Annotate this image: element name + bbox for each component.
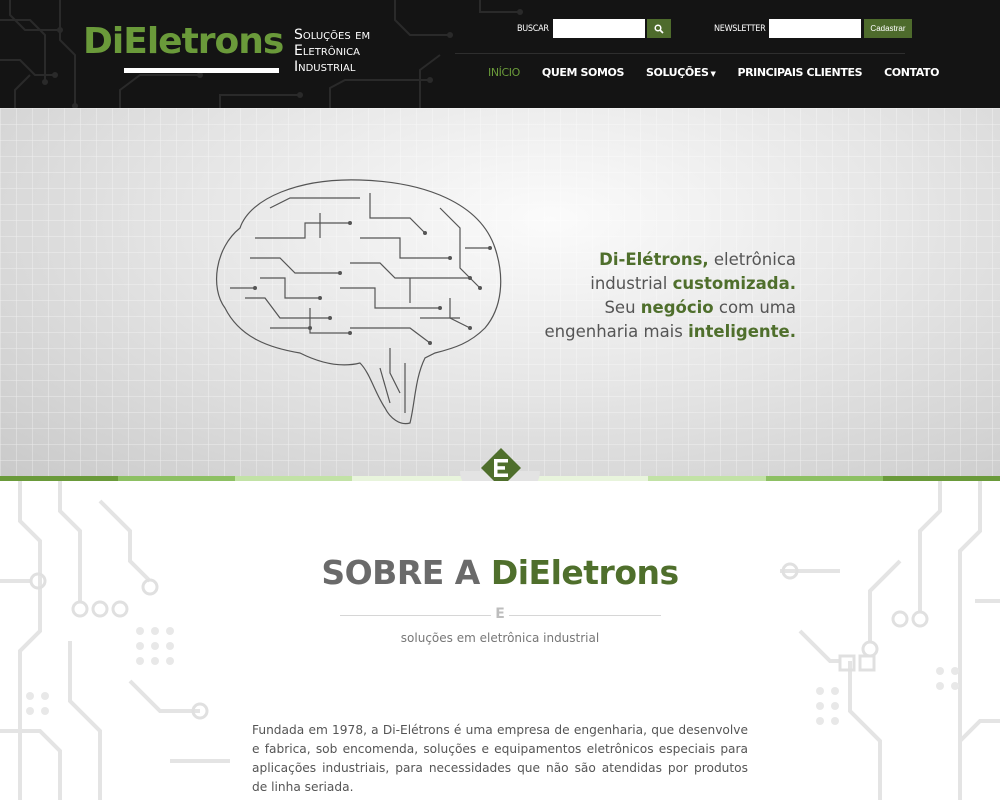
about-subtitle: soluções em eletrônica industrial — [400, 631, 600, 645]
hero-banner: Di-Elétrons, eletrônica industrial custo… — [0, 108, 1000, 480]
logo-underline — [124, 68, 279, 73]
site-header: DiEletrons Soluções em Eletrônica Indust… — [0, 0, 1000, 108]
newsletter-subscribe-button[interactable]: Cadastrar — [864, 19, 912, 38]
nav-item-quem-somos[interactable]: QUEM SOMOS — [542, 66, 624, 79]
hero-line: Di-Elétrons, eletrônica — [599, 250, 796, 269]
nav-item-contato[interactable]: CONTATO — [884, 66, 939, 79]
newsletter-email-input[interactable] — [769, 19, 862, 38]
about-section: SOBRE A DiEletrons E soluções em eletrôn… — [0, 481, 1000, 800]
hero-tagline: Di-Elétrons, eletrônica industrial custo… — [545, 248, 796, 344]
about-title-brand: DiEletrons — [490, 553, 679, 592]
logo-tagline: Soluções em Eletrônica Industrial — [294, 27, 371, 75]
search-input[interactable] — [552, 19, 645, 38]
nav-item-inicio[interactable]: INÍCIO — [488, 66, 520, 79]
search-button[interactable] — [646, 19, 671, 38]
nav-item-solucoes-label: SOLUÇÕES — [645, 66, 709, 79]
logo-wordmark: DiEletrons — [83, 21, 284, 62]
about-title: SOBRE A DiEletrons — [321, 553, 679, 592]
site-logo[interactable]: DiEletrons — [83, 21, 284, 73]
search-label: BUSCAR — [517, 23, 549, 34]
hero-line: industrial customizada. — [590, 274, 796, 293]
hero-line: Seu negócio com uma — [604, 298, 796, 317]
caret-down-icon: ▼ — [710, 70, 716, 78]
about-paragraph: Fundada em 1978, a Di-Elétrons é uma emp… — [252, 723, 748, 794]
main-nav: INÍCIO QUEM SOMOS SOLUÇÕES ▼ PRINCIPAIS C… — [488, 66, 940, 79]
hero-line: engenharia mais inteligente. — [544, 322, 796, 341]
header-divider — [455, 53, 905, 54]
search-form: BUSCAR — [517, 19, 671, 38]
search-icon — [654, 23, 664, 34]
nav-item-solucoes[interactable]: SOLUÇÕES ▼ — [645, 66, 716, 79]
newsletter-form: NEWSLETTER Cadastrar — [714, 19, 912, 38]
circuit-brain-illustration — [216, 179, 502, 425]
nav-item-principais-clientes[interactable]: PRINCIPAIS CLIENTES — [737, 66, 862, 79]
divider-e-mark-icon: E — [491, 606, 509, 622]
newsletter-label: NEWSLETTER — [714, 23, 766, 34]
